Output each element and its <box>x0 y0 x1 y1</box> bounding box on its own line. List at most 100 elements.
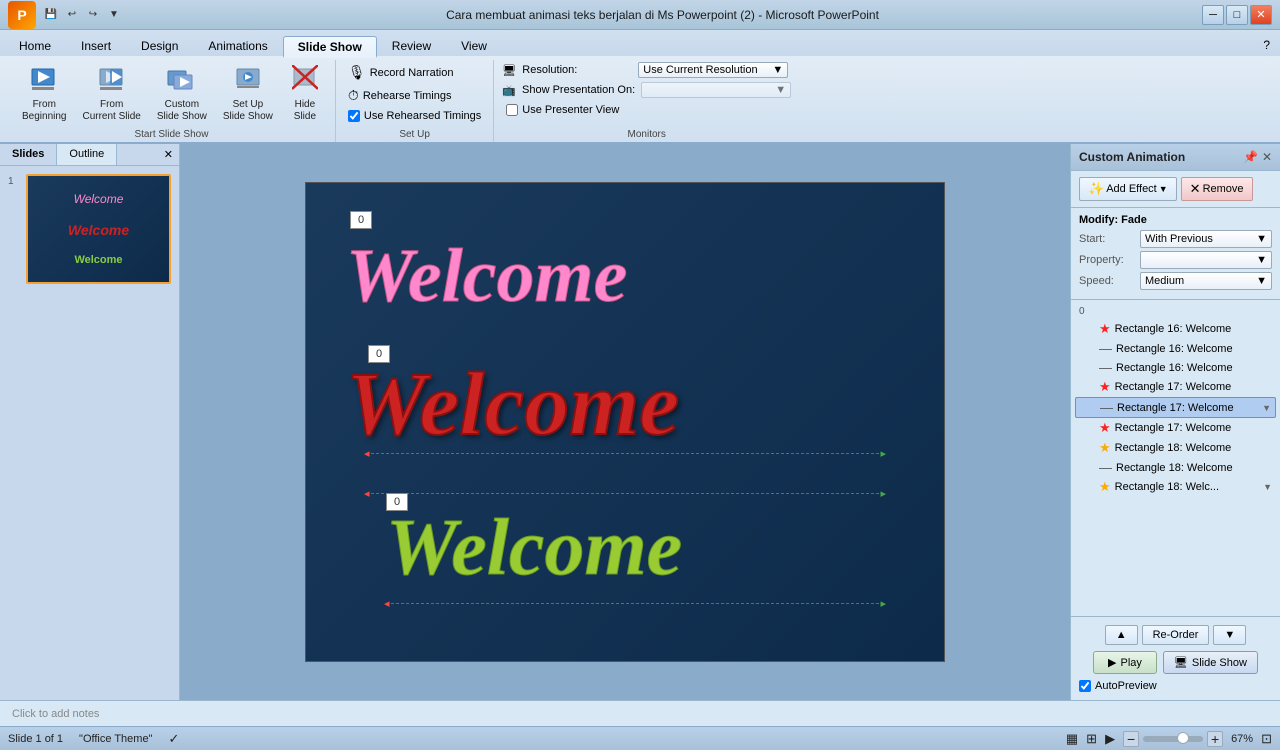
slides-panel-close[interactable]: ✕ <box>158 144 179 165</box>
zoom-in-btn[interactable]: + <box>1207 731 1223 747</box>
tab-slideshow[interactable]: Slide Show <box>283 36 377 58</box>
rehearse-timings-btn[interactable]: ⏱ Rehearse Timings <box>344 85 485 106</box>
reorder-down-icon: ▼ <box>1224 629 1235 641</box>
speed-select[interactable]: Medium ▼ <box>1140 272 1272 290</box>
reorder-label-btn[interactable]: Re-Order <box>1142 625 1210 645</box>
tab-view[interactable]: View <box>446 34 502 56</box>
animation-panel-pin[interactable]: 📌 <box>1243 150 1258 164</box>
tab-insert[interactable]: Insert <box>66 34 126 56</box>
start-select[interactable]: With Previous ▼ <box>1140 230 1272 248</box>
use-rehearsed-checkbox[interactable] <box>348 110 360 122</box>
reorder-up-btn[interactable]: ▲ <box>1105 625 1138 645</box>
reorder-down-btn[interactable]: ▼ <box>1213 625 1246 645</box>
setup-slideshow-icon <box>235 65 261 97</box>
tab-animations[interactable]: Animations <box>193 34 282 56</box>
anim-item-8[interactable]: — Rectangle 18: Welcome <box>1075 458 1276 477</box>
normal-view-btn[interactable]: ▦ <box>1066 731 1078 747</box>
autopreview-checkbox[interactable] <box>1079 680 1091 692</box>
status-bar: Slide 1 of 1 "Office Theme" ✓ ▦ ⊞ ▶ − + … <box>0 726 1280 750</box>
ribbon-tabs: Home Insert Design Animations Slide Show… <box>0 30 1280 56</box>
start-label: Start: <box>1079 233 1134 245</box>
show-on-row: 📺 Show Presentation On: ▼ <box>502 82 791 98</box>
anim-icon-7: ★ <box>1099 440 1111 456</box>
help-button[interactable]: ? <box>1257 34 1276 56</box>
record-narration-btn[interactable]: 🎙 Record Narration <box>344 62 485 83</box>
slideshow-btn[interactable]: 🖥 Slide Show <box>1163 651 1258 674</box>
anim-item-9-dropdown[interactable]: ▼ <box>1263 482 1272 492</box>
modify-title: Modify: Fade <box>1079 214 1272 226</box>
play-btn[interactable]: ▶ Play <box>1093 651 1157 674</box>
anim-text-3: Rectangle 16: Welcome <box>1116 362 1272 374</box>
slide-preview-text1: Welcome <box>74 192 124 206</box>
speed-value: Medium <box>1145 275 1184 287</box>
redo-quick-btn[interactable]: ↪ <box>84 6 102 24</box>
title-bar: P 💾 ↩ ↪ ▼ Cara membuat animasi teks berj… <box>0 0 1280 30</box>
anim-text-4: Rectangle 17: Welcome <box>1115 381 1272 393</box>
remove-effect-btn[interactable]: ✕ Remove <box>1181 177 1253 201</box>
anim-item-2[interactable]: — Rectangle 16: Welcome <box>1075 339 1276 358</box>
minimize-button[interactable]: ─ <box>1202 5 1224 25</box>
quickaccess-dropdown[interactable]: ▼ <box>105 6 123 24</box>
tab-home[interactable]: Home <box>4 34 66 56</box>
anim-item-4[interactable]: ★ Rectangle 17: Welcome <box>1075 377 1276 397</box>
motion-arrow-right-2: ▸ <box>880 487 886 500</box>
maximize-button[interactable]: □ <box>1226 5 1248 25</box>
anim-item-9[interactable]: ★ Rectangle 18: Welc... ▼ <box>1075 477 1276 497</box>
anim-item-7[interactable]: ★ Rectangle 18: Welcome <box>1075 438 1276 458</box>
save-quick-btn[interactable]: 💾 <box>42 6 60 24</box>
presenter-view-checkbox[interactable] <box>506 104 518 116</box>
slide-thumb-1[interactable]: 1 Welcome Welcome Welcome <box>8 174 171 284</box>
from-current-btn[interactable]: From Current Slide <box>76 62 146 126</box>
start-slideshow-label: Start Slide Show <box>8 129 335 140</box>
slideshow-label: Slide Show <box>1192 657 1247 669</box>
from-beginning-btn[interactable]: From Beginning <box>16 62 72 126</box>
show-on-select[interactable]: ▼ <box>641 82 791 98</box>
anim-num-header: 0 <box>1079 306 1101 317</box>
close-button[interactable]: ✕ <box>1250 5 1272 25</box>
setup-slideshow-btn[interactable]: Set Up Slide Show <box>217 62 279 126</box>
animation-panel-close[interactable]: ✕ <box>1262 150 1272 164</box>
custom-slideshow-btn[interactable]: Custom Slide Show <box>151 62 213 126</box>
tab-review[interactable]: Review <box>377 34 446 56</box>
anim-item-6[interactable]: ★ Rectangle 17: Welcome <box>1075 418 1276 438</box>
presenter-view-btn[interactable]: Use Presenter View <box>502 102 791 118</box>
undo-quick-btn[interactable]: ↩ <box>63 6 81 24</box>
slide-sorter-btn[interactable]: ⊞ <box>1086 731 1097 747</box>
animation-panel-header: Custom Animation 📌 ✕ <box>1071 144 1280 171</box>
ribbon: Home Insert Design Animations Slide Show… <box>0 30 1280 144</box>
use-rehearsed-btn[interactable]: Use Rehearsed Timings <box>344 108 485 124</box>
ribbon-group-start-slideshow: From Beginning From Current Slide <box>8 60 336 142</box>
from-current-label: From Current Slide <box>82 99 140 123</box>
resolution-dropdown-arrow: ▼ <box>772 64 783 76</box>
tab-outline[interactable]: Outline <box>57 144 117 165</box>
anim-item-5-dropdown[interactable]: ▼ <box>1262 403 1271 413</box>
property-select[interactable]: ▼ <box>1140 251 1272 269</box>
office-logo: P <box>8 1 36 29</box>
anim-item-3[interactable]: — Rectangle 16: Welcome <box>1075 358 1276 377</box>
motion-line-2 <box>366 493 884 495</box>
notes-area[interactable]: Click to add notes <box>0 700 1280 726</box>
slideshow-view-btn[interactable]: ▶ <box>1105 731 1115 747</box>
add-effect-btn[interactable]: ✨ Add Effect ▼ <box>1079 177 1177 201</box>
zoom-slider[interactable] <box>1143 736 1203 742</box>
zoom-out-btn[interactable]: − <box>1123 731 1139 747</box>
anim-item-5[interactable]: — Rectangle 17: Welcome ▼ <box>1075 397 1276 418</box>
fit-window-btn[interactable]: ⊡ <box>1261 731 1272 747</box>
tab-slides[interactable]: Slides <box>0 144 57 165</box>
zoom-level: 67% <box>1231 733 1253 745</box>
theme-info: "Office Theme" <box>79 733 152 745</box>
reorder-label: Re-Order <box>1153 629 1199 641</box>
spelling-icon: ✓ <box>168 731 179 747</box>
reorder-row: ▲ Re-Order ▼ <box>1079 625 1272 645</box>
slides-panel-tabs: Slides Outline ✕ <box>0 144 179 166</box>
hide-slide-btn[interactable]: Hide Slide <box>283 62 327 126</box>
animation-modify: Modify: Fade Start: With Previous ▼ Prop… <box>1071 208 1280 300</box>
anim-icon-3: — <box>1099 360 1112 375</box>
slide-canvas[interactable]: 0 0 0 Welcome ◂ ▸ Welcome ◂ ▸ Welcome ◂ … <box>305 182 945 662</box>
anim-item-1[interactable]: ★ Rectangle 16: Welcome <box>1075 319 1276 339</box>
resolution-select[interactable]: Use Current Resolution ▼ <box>638 62 788 78</box>
anim-icon-9: ★ <box>1099 479 1111 495</box>
tab-design[interactable]: Design <box>126 34 193 56</box>
slide-preview-text2: Welcome <box>68 222 129 238</box>
speed-label: Speed: <box>1079 275 1134 287</box>
